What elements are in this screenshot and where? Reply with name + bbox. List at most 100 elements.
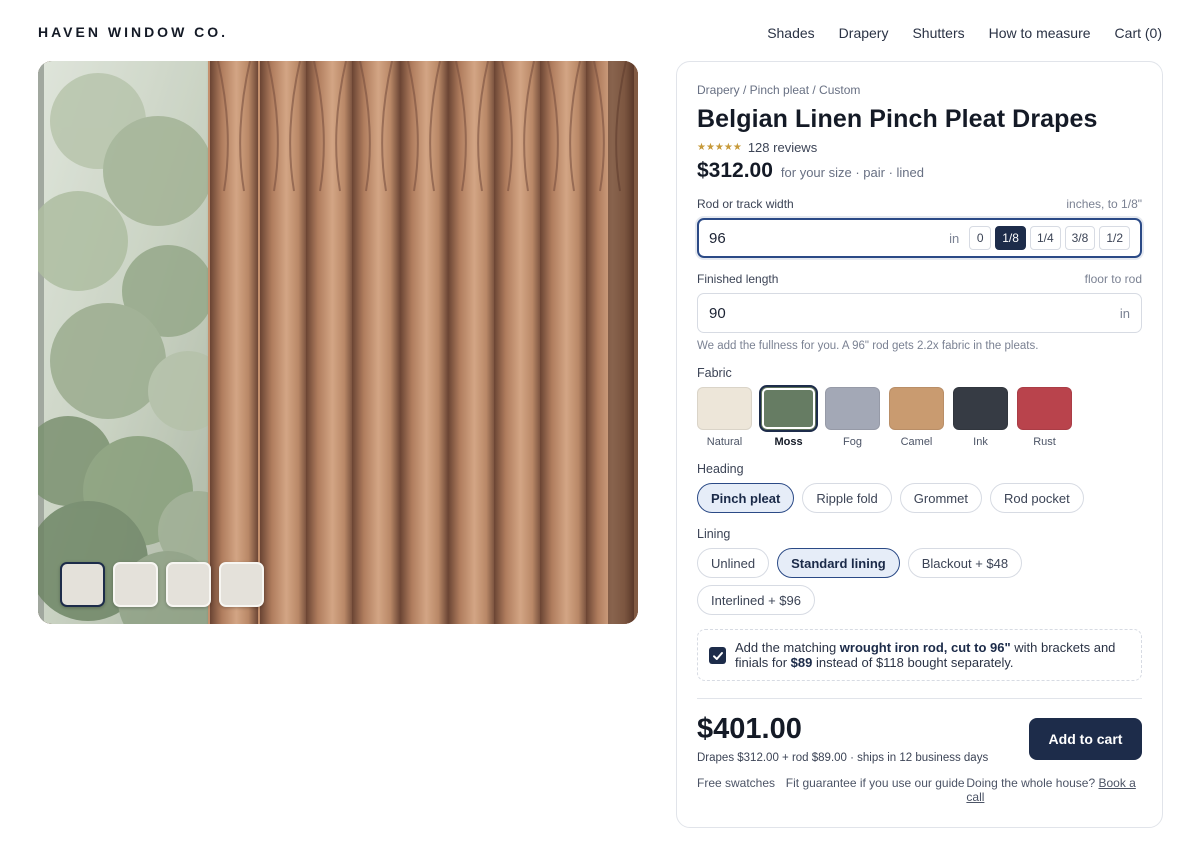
swatch-chip [697,387,752,430]
swatch-chip [761,387,816,430]
fabric-swatch-camel[interactable]: Camel [889,387,944,448]
fraction-option[interactable]: 0 [969,226,992,250]
curtain-pleat [260,61,308,624]
fraction-option[interactable]: 3/8 [1064,226,1096,250]
swatch-name: Moss [774,436,803,448]
fabric-swatch-moss[interactable]: Moss [761,387,816,448]
addon-description: Add the matching wrought iron rod, cut t… [735,640,1130,670]
checkmark-icon [712,651,723,660]
gallery-thumbnail[interactable] [113,562,158,607]
product-config-panel: Drapery / Pinch pleat / Custom Belgian L… [676,61,1163,828]
fabric-swatch-fog[interactable]: Fog [825,387,880,448]
fabric-swatch-rust[interactable]: Rust [1017,387,1072,448]
curtain-pleat [540,61,588,624]
product-photo [38,61,638,624]
length-unit: in [1119,305,1130,321]
review-count[interactable]: 128 reviews [748,140,817,155]
length-field-header: Finished length floor to rod [697,272,1142,286]
heading-option-ripple-fold[interactable]: Ripple fold [802,483,892,513]
swatch-chip [825,387,880,430]
curtain-pleat [210,61,258,624]
fabric-swatches: Natural Moss Fog Camel Ink Rust [697,387,1142,448]
lining-option-unlined[interactable]: Unlined [697,548,770,578]
curtain-pleat [494,61,542,624]
gallery-thumbnail[interactable] [219,562,264,607]
star-rating-icon: ★★★★★ [697,142,742,153]
curtain-pleat [448,61,496,624]
gallery-thumbnails [60,562,264,607]
nav-link-drapery[interactable]: Drapery [839,25,889,41]
nav-link-how-to-measure[interactable]: How to measure [989,25,1091,41]
breadcrumb[interactable]: Drapery / Pinch pleat / Custom [697,83,1142,97]
nav-link-cart-0[interactable]: Cart (0) [1115,25,1162,41]
width-unit: in [949,230,960,246]
heading-options: Pinch pleat Ripple fold Grommet Rod pocket [697,483,1142,513]
addon-text-3: instead of $118 bought separately. [812,655,1014,670]
swatch-name: Ink [973,436,988,448]
nav-link-shutters[interactable]: Shutters [912,25,964,41]
free-swatches-note: Free swatches [697,776,776,790]
nav-link-shades[interactable]: Shades [767,25,814,41]
lining-option-standard-lining[interactable]: Standard lining [777,548,900,578]
length-input[interactable]: 90 in [697,293,1142,333]
total-block: $401.00 Drapes $312.00 + rod $89.00 · sh… [697,713,988,764]
width-hint: inches, to 1/8" [1066,197,1142,211]
product-gallery [38,61,638,624]
addon-text-1: Add the matching [735,640,840,655]
length-label: Finished length [697,272,779,286]
swatch-chip [889,387,944,430]
gallery-thumbnail[interactable] [60,562,105,607]
heading-option-grommet[interactable]: Grommet [899,483,982,513]
price-row: $312.00 for your size · pair · lined [697,159,1142,183]
lining-option-interlined-96[interactable]: Interlined + $96 [697,585,815,615]
swatch-name: Rust [1033,436,1056,448]
product-title: Belgian Linen Pinch Pleat Drapes [697,105,1098,133]
fullness-help-text: We add the fullness for you. A 96" rod g… [697,340,1039,352]
whole-house-text: Doing the whole house? [966,776,1099,790]
swatch-chip [953,387,1008,430]
width-input[interactable]: 96 in 0 1/8 1/4 3/8 1/2 [697,218,1142,258]
fabric-label: Fabric [697,366,732,380]
curtain-pleat [306,61,354,624]
total-row: $401.00 Drapes $312.00 + rod $89.00 · sh… [697,713,1142,764]
swatch-name: Natural [706,436,743,448]
swatch-chip [1017,387,1072,430]
addon-rod-name: wrought iron rod, cut to 96" [839,640,1011,655]
curtain-pleat [400,61,448,624]
rating: ★★★★★ 128 reviews [697,140,1142,155]
addon-price: $89 [790,655,813,670]
heading-option-pinch-pleat[interactable]: Pinch pleat [697,483,795,513]
total-price: $401.00 [697,713,802,745]
brand-logo[interactable]: HAVEN WINDOW CO. [38,24,228,40]
main-nav: Shades Drapery Shutters How to measure Cart … [767,25,1162,41]
lining-options: Unlined Standard lining Blackout + $48 Inte… [697,548,1142,615]
product-price: $312.00 [697,159,773,182]
addon-checkbox[interactable] [709,647,726,664]
fraction-option[interactable]: 1/2 [1099,226,1130,250]
fabric-swatch-natural[interactable]: Natural [697,387,752,448]
fraction-option[interactable]: 1/8 [995,226,1026,250]
price-note: for your size · pair · lined [780,165,924,180]
add-to-cart-button[interactable]: Add to cart [1029,718,1142,760]
width-field-header: Rod or track width inches, to 1/8" [697,197,1142,211]
lining-label: Lining [697,527,731,541]
divider [697,698,1142,699]
fraction-option[interactable]: 1/4 [1029,226,1061,250]
swatch-name: Fog [843,436,862,448]
heading-option-rod-pocket[interactable]: Rod pocket [989,483,1084,513]
whole-house-note: Doing the whole house? Book a call [966,776,1142,804]
fabric-swatch-ink[interactable]: Ink [953,387,1008,448]
curtain-pleat [352,61,400,624]
gallery-thumbnail[interactable] [166,562,211,607]
assurance-footer: Free swatches Fit guarantee if you use o… [697,776,1142,804]
rod-addon[interactable]: Add the matching wrought iron rod, cut t… [697,629,1142,681]
fraction-selector: 0 1/8 1/4 3/8 1/2 [969,226,1130,250]
lining-option-blackout-48[interactable]: Blackout + $48 [907,548,1023,578]
length-value[interactable]: 90 [709,305,1120,322]
heading-label: Heading [697,462,744,476]
width-label: Rod or track width [697,197,794,211]
swatch-name: Camel [900,436,933,448]
width-value[interactable]: 96 [709,230,949,247]
total-breakdown: Drapes $312.00 + rod $89.00 · ships in 1… [697,752,989,764]
length-hint: floor to rod [1084,272,1142,286]
